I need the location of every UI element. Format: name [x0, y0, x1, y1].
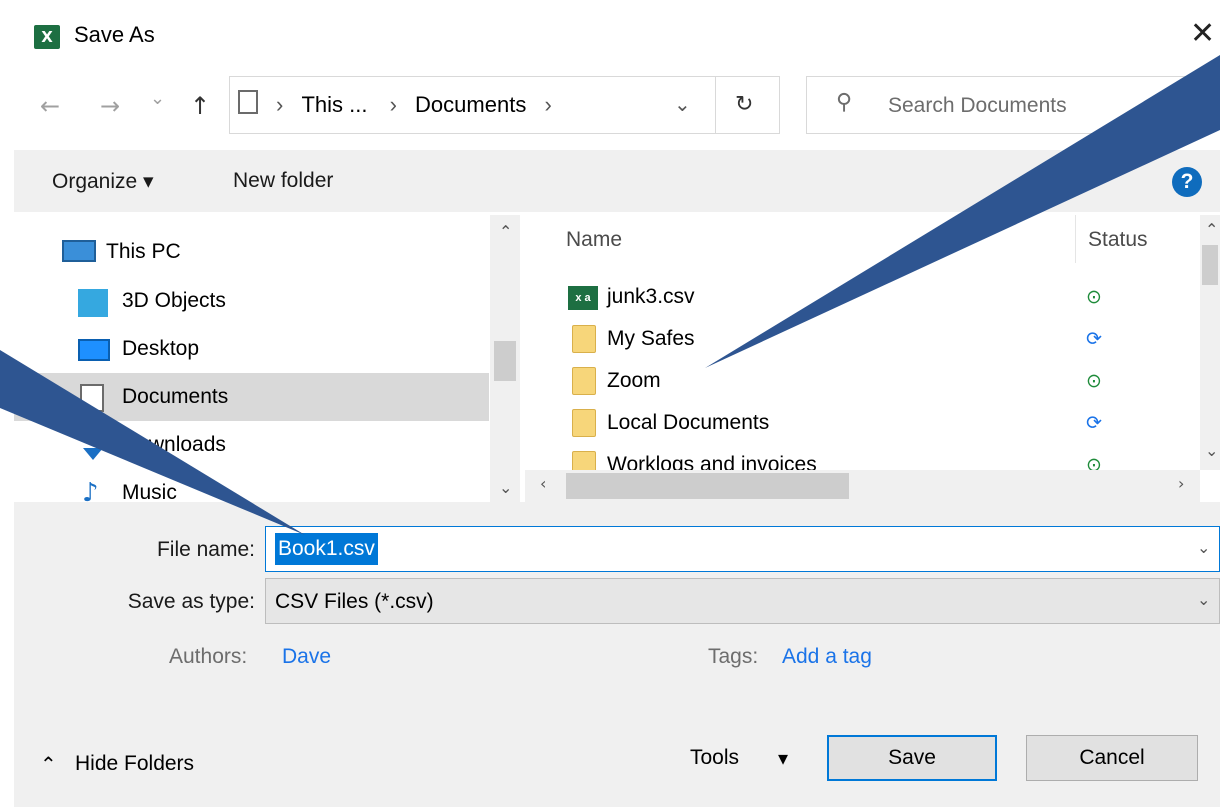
view-options-icon[interactable]: ▾ [1095, 165, 1105, 190]
scroll-right-icon[interactable]: › [1178, 474, 1184, 493]
breadcrumb-documents[interactable]: Documents [415, 92, 526, 117]
command-bar [14, 150, 1220, 212]
file-name-field[interactable] [265, 526, 1220, 572]
cube-icon [78, 289, 108, 317]
folder-icon [572, 367, 596, 395]
column-header-status[interactable]: Status [1088, 228, 1148, 252]
horizontal-scroll-thumb[interactable] [566, 473, 849, 499]
breadcrumb: › This ... › Documents › [276, 92, 552, 118]
back-icon[interactable]: ← [40, 92, 60, 120]
file-row-name[interactable]: Zoom [607, 369, 661, 393]
syncing-status-icon: ⟳ [1086, 328, 1102, 350]
search-icon: ⚲ [836, 90, 853, 115]
recent-locations-icon[interactable]: ⌄ [150, 88, 165, 109]
tags-value[interactable]: Add a tag [782, 645, 872, 669]
folder-icon [572, 409, 596, 437]
breadcrumb-separator[interactable]: › [544, 92, 551, 117]
chevron-up-icon[interactable]: ⌃ [40, 752, 57, 776]
save-button[interactable]: Save [827, 735, 997, 781]
sidebar-item-documents[interactable]: Documents [122, 385, 228, 433]
window-title: Save As [74, 22, 155, 47]
breadcrumb-this-pc[interactable]: This ... [301, 92, 367, 117]
sidebar-item-desktop[interactable]: Desktop [122, 337, 199, 385]
file-row-name[interactable]: Local Documents [607, 411, 769, 435]
synced-status-icon: ⊙ [1086, 454, 1102, 470]
refresh-icon[interactable]: ↻ [735, 92, 753, 117]
save-as-type-dropdown-icon[interactable]: ⌄ [1197, 590, 1210, 609]
organize-button[interactable]: Organize ▾ [52, 169, 154, 194]
scroll-up-icon[interactable]: ⌃ [1205, 220, 1218, 239]
up-icon[interactable]: ↑ [190, 92, 210, 120]
file-name-label: File name: [156, 538, 255, 561]
column-header-name[interactable]: Name [566, 228, 622, 252]
desktop-icon [78, 339, 110, 361]
breadcrumb-separator: › [389, 92, 397, 117]
file-row-name[interactable]: junk3.csv [607, 285, 695, 309]
close-icon[interactable]: ✕ [1190, 16, 1215, 51]
synced-status-icon: ⊙ [1086, 370, 1102, 392]
help-icon[interactable]: ? [1172, 167, 1202, 197]
sidebar-item-this-pc[interactable]: This PC [106, 240, 181, 288]
divider [715, 76, 716, 134]
cancel-button[interactable]: Cancel [1026, 735, 1198, 781]
hide-folders-button[interactable]: Hide Folders [75, 752, 194, 776]
file-row-name[interactable]: My Safes [607, 327, 695, 351]
sidebar-item-3d-objects[interactable]: 3D Objects [122, 289, 226, 337]
computer-icon [62, 240, 96, 262]
scroll-down-icon[interactable]: ⌄ [1205, 441, 1218, 460]
sidebar-item-downloads[interactable]: Downloads [122, 433, 226, 481]
search-input[interactable]: Search Documents [888, 94, 1067, 118]
syncing-status-icon: ⟳ [1086, 412, 1102, 434]
file-name-dropdown-icon[interactable]: ⌄ [1197, 538, 1210, 557]
folder-icon [572, 451, 596, 470]
sidebar-scroll-thumb[interactable] [494, 341, 516, 381]
save-as-type-label: Save as type: [127, 590, 255, 613]
scroll-up-icon[interactable]: ⌃ [499, 222, 512, 241]
tools-dropdown-icon[interactable]: ▾ [778, 746, 788, 771]
authors-label: Authors: [169, 645, 248, 668]
synced-status-icon: ⊙ [1086, 286, 1102, 308]
column-divider[interactable] [1075, 215, 1076, 263]
download-icon [80, 438, 106, 462]
folder-icon [572, 325, 596, 353]
file-row-clip: Worklogs and invoices ⊙ [540, 445, 1200, 470]
file-list-scroll-thumb[interactable] [1202, 245, 1218, 285]
forward-icon[interactable]: → [100, 92, 120, 120]
file-name-input[interactable]: Book1.csv [275, 533, 378, 565]
tags-label: Tags: [708, 645, 759, 668]
scroll-left-icon[interactable]: ‹ [540, 474, 546, 493]
scroll-down-icon[interactable]: ⌄ [499, 478, 512, 497]
title-bar [14, 0, 1220, 70]
authors-value[interactable]: Dave [282, 645, 331, 669]
breadcrumb-separator: › [276, 92, 284, 117]
document-icon [238, 90, 258, 114]
save-as-type-value[interactable]: CSV Files (*.csv) [275, 590, 434, 614]
tools-button[interactable]: Tools [690, 746, 739, 770]
csv-file-icon: x a [568, 286, 598, 310]
file-row-name[interactable]: Worklogs and invoices [607, 453, 817, 470]
document-icon [80, 384, 104, 412]
address-dropdown-icon[interactable]: ⌄ [674, 92, 691, 116]
new-folder-button[interactable]: New folder [233, 169, 333, 193]
excel-icon: X [34, 25, 60, 49]
